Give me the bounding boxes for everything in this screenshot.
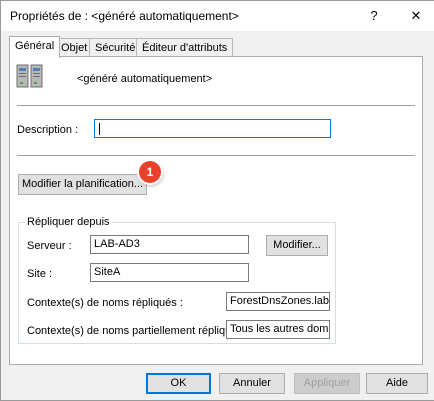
title-bar: Propriétés de : <généré automatiquement>… (1, 1, 434, 31)
general-panel: <généré automatiquement> Description : M… (9, 56, 423, 365)
partial-nc-label: Contexte(s) de noms partiellement répliq… (27, 325, 249, 337)
site-label: Site : (27, 268, 53, 280)
site-field: SiteA (90, 263, 249, 282)
modify-schedule-button[interactable]: Modifier la planification... (18, 174, 147, 195)
server-field: LAB-AD3 (90, 235, 249, 254)
help-footer-button[interactable]: Aide (366, 373, 428, 394)
divider (17, 155, 415, 156)
tab-strip: Général Objet Sécurité Éditeur d'attribu… (9, 36, 429, 58)
close-button[interactable]: ✕ (405, 6, 427, 26)
replicated-nc-field: ForestDnsZones.lab.intra (226, 292, 330, 311)
replicate-from-title: Répliquer depuis (25, 216, 112, 228)
tab-security[interactable]: Sécurité (89, 38, 142, 57)
description-input[interactable] (94, 119, 331, 138)
text-caret (99, 123, 100, 135)
description-label: Description : (17, 124, 79, 136)
cancel-button[interactable]: Annuler (219, 373, 285, 394)
server-icon (16, 64, 43, 88)
apply-button[interactable]: Appliquer (294, 373, 360, 394)
replicated-nc-label: Contexte(s) de noms répliqués : (27, 297, 183, 309)
properties-dialog: Propriétés de : <généré automatiquement>… (0, 0, 434, 401)
tab-general[interactable]: Général (9, 36, 61, 58)
step-badge: 1 (139, 161, 161, 183)
server-label: Serveur : (27, 240, 72, 252)
window-title: Propriétés de : <généré automatiquement> (10, 9, 239, 23)
modify-server-button[interactable]: Modifier... (266, 235, 328, 256)
help-button[interactable]: ? (363, 6, 385, 26)
ok-button[interactable]: OK (146, 373, 211, 394)
tab-object[interactable]: Objet (55, 38, 94, 57)
divider (17, 105, 415, 106)
partial-nc-field: Tous les autres domaines (226, 320, 330, 339)
object-name: <généré automatiquement> (77, 73, 213, 85)
tab-attribute-editor[interactable]: Éditeur d'attributs (136, 38, 234, 57)
